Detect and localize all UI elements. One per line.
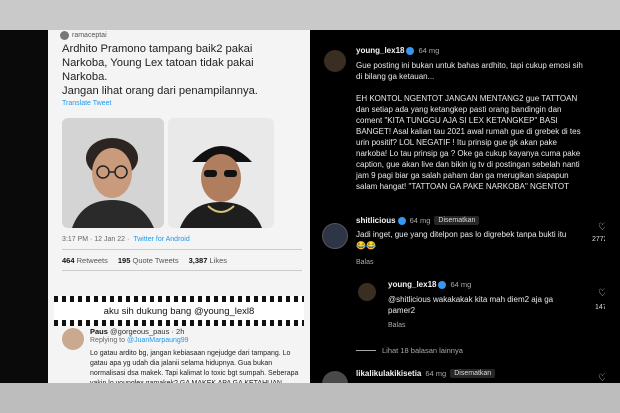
reply-time: 64 mg <box>450 280 472 289</box>
left-margin <box>0 30 48 383</box>
tweet-stats: 464 Retweets 195 Quote Tweets 3,387 Like… <box>62 256 227 265</box>
caption-paragraph: EH KONTOL NGENTOT JANGAN MENTANG2 gue TA… <box>356 94 581 191</box>
heart-icon[interactable]: ♡ <box>598 222 605 233</box>
reply-text: Lo gatau ardito bg, jangan kebiasaan nge… <box>90 350 299 383</box>
post-author-avatar[interactable] <box>324 50 346 72</box>
bottom-background-band <box>0 383 620 413</box>
divider <box>356 350 376 351</box>
tweet-timestamp: 3:17 PM · 12 Jan 22 · Twitter for Androi… <box>62 236 190 243</box>
view-more-replies-button[interactable]: Lihat 18 balasan lainnya <box>356 346 463 355</box>
reply-replying-to: Replying to @JuanMarpaung99 <box>90 337 189 344</box>
reply-avatar[interactable] <box>358 283 376 301</box>
reply-username[interactable]: young_lex18 <box>388 280 436 289</box>
comment-author: shitlicious 64 mg Disematkan <box>356 216 480 225</box>
comment-text: Jadi inget, gue yang ditelpon pas lo dig… <box>356 230 567 250</box>
view-more-replies-label: Lihat 18 balasan lainnya <box>382 346 463 355</box>
divider <box>62 270 302 271</box>
reply-author: young_lex18 64 mg <box>388 280 471 289</box>
tweet-photo-left[interactable] <box>62 118 164 228</box>
reply-button[interactable]: Balas <box>388 322 406 329</box>
translate-tweet-link[interactable]: Translate Tweet <box>62 100 111 107</box>
quote-tweets-stat[interactable]: 195 Quote Tweets <box>118 256 179 265</box>
post-author: young_lex18 64 mg <box>356 46 439 55</box>
reply-author-handle: @gorgeous_paus · 2h <box>110 327 185 336</box>
reply-button[interactable]: Balas <box>356 259 374 266</box>
tweet-photo-right[interactable] <box>168 118 274 228</box>
tweet-text-line: Narkoba. <box>62 71 108 83</box>
right-margin <box>605 30 620 383</box>
replying-to-label: Replying to <box>90 337 126 344</box>
verified-badge-icon <box>406 46 415 55</box>
torn-paper-caption: aku sih dukung bang @young_lexl8 <box>54 296 304 326</box>
heart-icon[interactable]: ♡ <box>598 373 605 383</box>
reply-avatar[interactable] <box>62 328 84 350</box>
replying-to-handle[interactable]: @JuanMarpaung99 <box>127 337 189 344</box>
heart-icon[interactable]: ♡ <box>598 288 605 299</box>
reply-author-name: Paus <box>90 327 108 336</box>
caption-paragraph: Gue posting ini bukan untuk bahas ardhit… <box>356 61 583 81</box>
pinned-badge: Disematkan <box>434 216 480 225</box>
instagram-panel: young_lex18 64 mg Gue posting ini bukan … <box>310 30 605 383</box>
post-time: 64 mg <box>418 46 440 55</box>
tweet-author-handle: ramaceptai <box>72 32 107 39</box>
tweet-text-line: Ardhito Pramono tampang baik2 pakai <box>62 43 253 55</box>
tweet-text-line: Narkoba, Young Lex tatoan tidak pakai <box>62 57 254 69</box>
comment-username[interactable]: likalikulakikisetia <box>356 369 421 378</box>
verified-badge-icon <box>438 280 447 289</box>
post-username[interactable]: young_lex18 <box>356 46 404 55</box>
comment-avatar[interactable] <box>322 223 348 249</box>
comment-time: 64 mg <box>425 369 447 378</box>
comment-avatar[interactable] <box>322 371 348 383</box>
top-background-band <box>0 0 620 30</box>
tweet-author-avatar <box>60 31 69 40</box>
person-with-glasses-photo <box>62 118 164 228</box>
tweet-text: Ardhito Pramono tampang baik2 pakai Nark… <box>62 42 302 98</box>
reply-like-count: 1474 <box>595 304 605 311</box>
tweet-author[interactable]: ramaceptai <box>60 31 107 40</box>
post-caption: Gue posting ini bukan untuk bahas ardhit… <box>356 60 588 203</box>
tweet-text-line: Jangan lihat orang dari penampilannya. <box>62 85 258 97</box>
likes-stat[interactable]: 3,387 Likes <box>189 256 227 265</box>
retweets-stat[interactable]: 464 Retweets <box>62 256 108 265</box>
tweet-panel: ramaceptai Ardhito Pramono tampang baik2… <box>48 30 310 383</box>
verified-badge-icon <box>397 216 406 225</box>
reply-text: @shitlicious wakakakak kita mah diem2 aj… <box>388 295 554 315</box>
reply-author[interactable]: Paus @gorgeous_paus · 2h <box>90 327 184 336</box>
comment-like-count: 2772 <box>592 236 605 243</box>
comment-time: 64 mg <box>409 216 431 225</box>
divider <box>62 249 302 250</box>
tweet-time: 3:17 PM · 12 Jan 22 · <box>62 236 130 243</box>
pinned-badge: Disematkan <box>450 369 496 378</box>
comment-username[interactable]: shitlicious <box>356 216 396 225</box>
comment-author: likalikulakikisetia 64 mg Disematkan <box>356 369 496 378</box>
person-with-cap-photo <box>168 118 274 228</box>
tweet-source-link[interactable]: Twitter for Android <box>133 236 189 243</box>
